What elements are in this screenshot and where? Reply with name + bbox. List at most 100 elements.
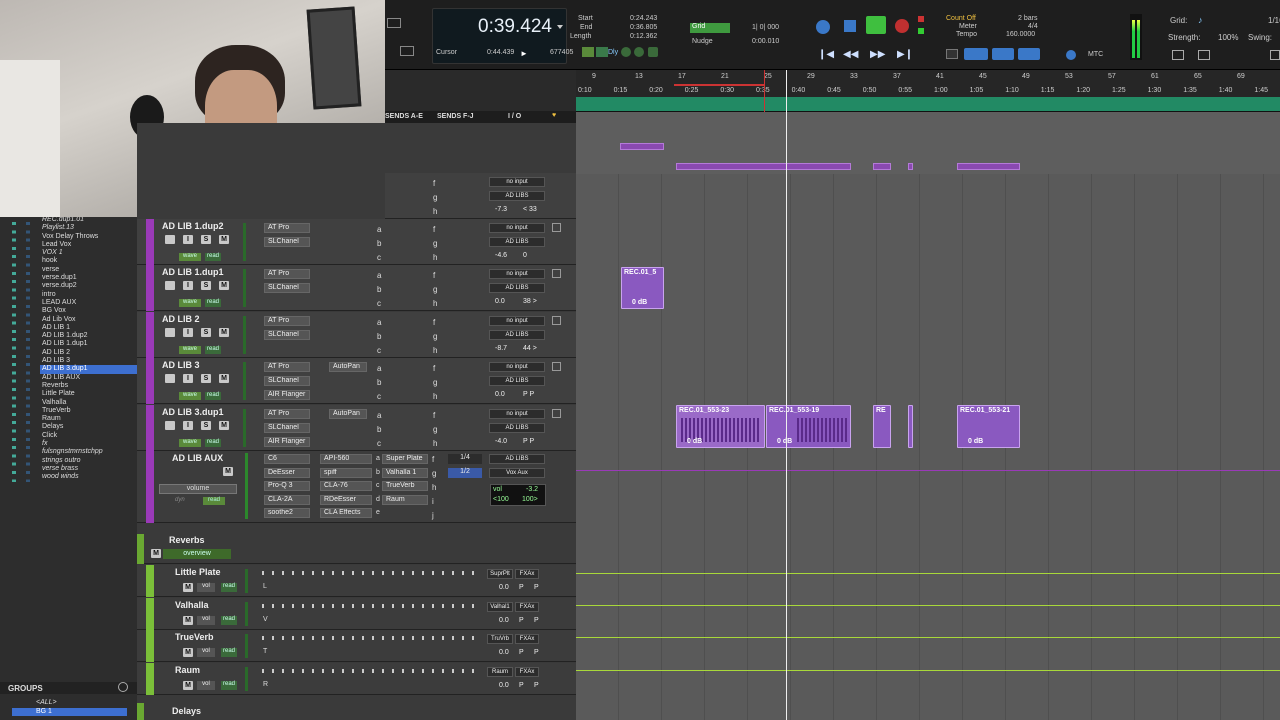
loop-record-button[interactable]: [964, 48, 988, 60]
aux-automation-line[interactable]: [576, 470, 1280, 471]
waveform-view-selector[interactable]: wave: [179, 299, 201, 308]
track-list-item[interactable]: Delays: [40, 423, 137, 431]
send-slot[interactable]: Valhalla 1: [382, 467, 428, 478]
output-selector[interactable]: Vox Aux: [489, 468, 545, 478]
insert-slot[interactable]: C6: [264, 454, 310, 464]
insert-slot[interactable]: AT Pro: [264, 408, 310, 419]
input-selector[interactable]: no input: [489, 269, 545, 280]
track-list-item[interactable]: AD LIB 1.dup2: [40, 332, 137, 340]
track-list-item[interactable]: wood winds: [40, 473, 137, 481]
valhalla-automation[interactable]: [576, 605, 1280, 606]
automation-mode[interactable]: read: [205, 299, 221, 308]
solo-button[interactable]: S: [201, 327, 211, 337]
track-list-item[interactable]: Valhalla: [40, 399, 137, 407]
group-bg1[interactable]: BG 1: [12, 708, 127, 717]
play-button[interactable]: [866, 16, 886, 34]
send-slot[interactable]: g: [433, 378, 437, 387]
aux-track-name[interactable]: AD LIB AUX: [172, 453, 223, 463]
send-slot[interactable]: h: [433, 299, 437, 308]
output-selector[interactable]: AD LIBS: [489, 422, 545, 433]
pan-value[interactable]: 38 >: [523, 298, 537, 305]
audio-clip[interactable]: REC.01_553-23 0 dB: [676, 405, 765, 448]
zoom-toggle-icon[interactable]: [1198, 50, 1210, 60]
input-selector[interactable]: no input: [489, 362, 545, 373]
group-all[interactable]: <ALL>: [34, 699, 57, 707]
send-f[interactable]: f: [433, 179, 435, 188]
preroll-icon[interactable]: [596, 47, 608, 57]
postroll-icon[interactable]: [621, 47, 631, 57]
track-list-item[interactable]: AD LIB AUX: [40, 374, 137, 382]
send-slot[interactable]: a: [377, 411, 381, 420]
pan-value[interactable]: P: [519, 617, 524, 624]
volume-value[interactable]: -7.3: [495, 206, 507, 213]
insert-slot[interactable]: AT Pro: [264, 269, 310, 280]
reverb-track-name[interactable]: Valhalla: [175, 600, 209, 610]
send-slot[interactable]: f: [433, 411, 435, 420]
volume-value[interactable]: -8.7: [495, 345, 507, 352]
insert-slot[interactable]: AutoPan: [329, 362, 367, 373]
send-slot[interactable]: b: [377, 239, 381, 248]
insert-slot[interactable]: AT Pro: [264, 223, 310, 233]
track-list-item[interactable]: TrueVerb: [40, 407, 137, 415]
track-list-item[interactable]: AD LIB 3.dup1: [40, 365, 137, 374]
volume-value[interactable]: 0.0: [495, 391, 505, 398]
aux-auto-mode[interactable]: read: [203, 497, 225, 505]
send-slot[interactable]: TrueVerb: [382, 481, 428, 492]
volume-value[interactable]: 0.0: [499, 649, 509, 656]
grid-mode-button[interactable]: Grid: [690, 23, 730, 33]
pan-value[interactable]: 0: [523, 252, 527, 259]
automation-mode[interactable]: read: [221, 583, 237, 592]
send-slot[interactable]: b: [377, 425, 381, 434]
automation-mode[interactable]: read: [221, 648, 237, 658]
input-selector[interactable]: no input: [489, 315, 545, 326]
track-list-item[interactable]: Raum: [40, 415, 137, 423]
track-list-item[interactable]: hook: [40, 257, 137, 265]
end-value[interactable]: 0:36.805: [630, 24, 657, 31]
track-list-item[interactable]: verse: [40, 266, 137, 274]
input-selector[interactable]: TruVrb: [487, 634, 513, 645]
track-options-icon[interactable]: [552, 223, 561, 232]
send-j[interactable]: j: [432, 511, 434, 520]
insert-letter[interactable]: V: [263, 616, 268, 623]
insert-slot[interactable]: AutoPan: [329, 408, 367, 419]
clip-bar-1[interactable]: [676, 163, 851, 170]
rewind-icon[interactable]: ◀◀: [843, 49, 858, 60]
send-slot[interactable]: c: [377, 439, 381, 448]
insert-slot[interactable]: AT Pro: [264, 315, 310, 326]
mtc-label[interactable]: MTC: [1088, 51, 1103, 58]
send-slot[interactable]: b: [377, 332, 381, 341]
automation-mode[interactable]: read: [205, 392, 221, 401]
window-icon[interactable]: [400, 46, 414, 56]
insert-slot[interactable]: SLChanel: [264, 283, 310, 294]
mute-button[interactable]: M: [219, 235, 229, 244]
output-selector[interactable]: FXAx: [515, 601, 539, 612]
note-icon[interactable]: ♪: [1198, 15, 1203, 25]
track-name[interactable]: AD LIB 1.dup1: [162, 267, 224, 277]
aux-view-selector[interactable]: volume: [159, 484, 237, 494]
volume-value[interactable]: -4.0: [495, 438, 507, 445]
counter-dropdown-icon[interactable]: [557, 25, 563, 29]
input-monitor-button[interactable]: I: [183, 281, 193, 291]
insert-slot[interactable]: AT Pro: [264, 362, 310, 373]
output-selector[interactable]: FXAx: [515, 569, 539, 579]
send-slot[interactable]: c: [377, 392, 381, 401]
input-monitor-button[interactable]: I: [183, 235, 193, 244]
rtz-icon[interactable]: ❙◀: [818, 49, 834, 60]
insert-slot[interactable]: soothe2: [264, 508, 310, 519]
send-g[interactable]: g: [433, 193, 437, 202]
zoom-preset-icon[interactable]: [1172, 50, 1184, 60]
track-list-item[interactable]: intro: [40, 291, 137, 299]
marker-ruler[interactable]: [576, 97, 1280, 111]
start-value[interactable]: 0:24.243: [630, 15, 657, 22]
record-enable-button[interactable]: [165, 374, 175, 384]
send-f[interactable]: f: [432, 455, 434, 464]
input-selector[interactable]: no input: [489, 223, 545, 233]
input-selector[interactable]: Raum: [487, 666, 513, 677]
insert-slot[interactable]: SLChanel: [264, 376, 310, 387]
track-list-item[interactable]: Playlist.13: [40, 224, 137, 232]
automation-mode[interactable]: read: [221, 680, 237, 690]
mute-button[interactable]: M: [219, 374, 229, 384]
automation-mode[interactable]: read: [205, 253, 221, 261]
clip-gain[interactable]: 0 dB: [777, 438, 792, 445]
dly-label[interactable]: Dly: [608, 49, 618, 56]
